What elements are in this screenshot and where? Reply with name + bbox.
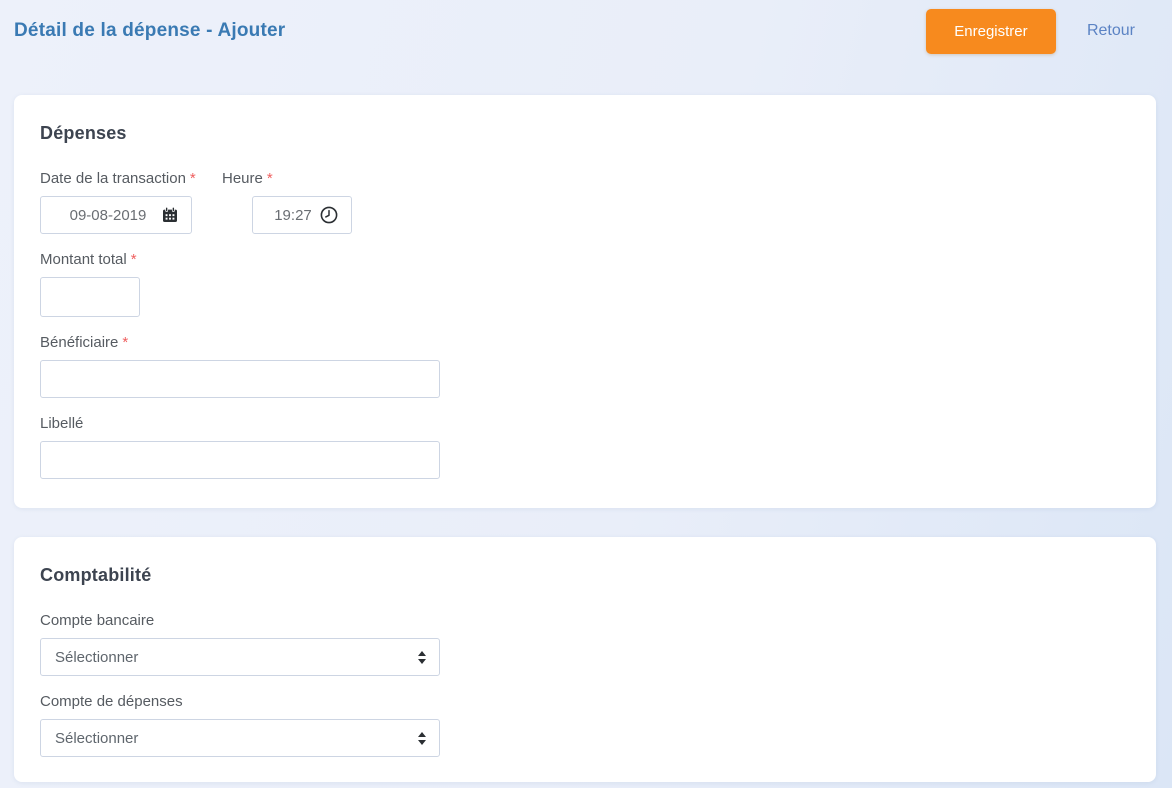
accounting-card-title: Comptabilité <box>40 565 152 585</box>
bank-account-field-group: Compte bancaire Sélectionner <box>40 612 1130 676</box>
required-marker: * <box>122 334 129 351</box>
description-label: Libellé <box>40 415 84 432</box>
expenses-card-title: Dépenses <box>40 123 127 143</box>
description-field-group: Libellé <box>40 415 1130 479</box>
expense-account-label: Compte de dépenses <box>40 693 183 710</box>
date-time-row: Date de la transaction * 09-08-2019 Heur… <box>40 170 1130 234</box>
expense-account-select[interactable]: Sélectionner <box>40 719 440 757</box>
time-field-group: Heure * <box>222 170 352 234</box>
time-input[interactable] <box>266 206 320 224</box>
amount-input[interactable] <box>40 277 140 317</box>
expense-account-field-group: Compte de dépenses Sélectionner <box>40 693 1130 757</box>
description-input[interactable] <box>40 441 440 479</box>
date-input[interactable] <box>54 206 162 224</box>
beneficiary-label: Bénéficiaire * <box>40 334 129 351</box>
time-label: Heure * <box>222 170 273 187</box>
page-title: Détail de la dépense - Ajouter <box>14 20 286 41</box>
expenses-card: Dépenses Date de la transaction * 09-08-… <box>14 95 1156 508</box>
calendar-icon[interactable] <box>162 207 178 223</box>
date-field-group: Date de la transaction * <box>40 170 222 234</box>
amount-field-group: Montant total * <box>40 251 1130 317</box>
updown-caret-icon <box>418 731 426 745</box>
accounting-card: Comptabilité Compte bancaire Sélectionne… <box>14 537 1156 782</box>
updown-caret-icon <box>418 650 426 664</box>
expense-account-selected-value: Sélectionner <box>55 729 139 747</box>
back-link[interactable]: Retour <box>1087 22 1135 40</box>
amount-label: Montant total * <box>40 251 137 268</box>
time-input-wrapper <box>252 196 352 234</box>
clock-icon[interactable] <box>320 206 338 224</box>
date-label: Date de la transaction * <box>40 170 196 187</box>
topbar: Détail de la dépense - Ajouter Enregistr… <box>0 0 1172 54</box>
save-button[interactable]: Enregistrer <box>925 8 1056 54</box>
header-actions: Enregistrer Retour <box>925 8 1135 54</box>
beneficiary-field-group: Bénéficiaire * <box>40 334 1130 398</box>
required-marker: * <box>130 251 137 268</box>
bank-account-selected-value: Sélectionner <box>55 648 139 666</box>
bank-account-label: Compte bancaire <box>40 612 155 629</box>
required-marker: * <box>266 170 273 187</box>
bank-account-select[interactable]: Sélectionner <box>40 638 440 676</box>
date-input-wrapper <box>40 196 192 234</box>
beneficiary-input[interactable] <box>40 360 440 398</box>
required-marker: * <box>189 170 196 187</box>
